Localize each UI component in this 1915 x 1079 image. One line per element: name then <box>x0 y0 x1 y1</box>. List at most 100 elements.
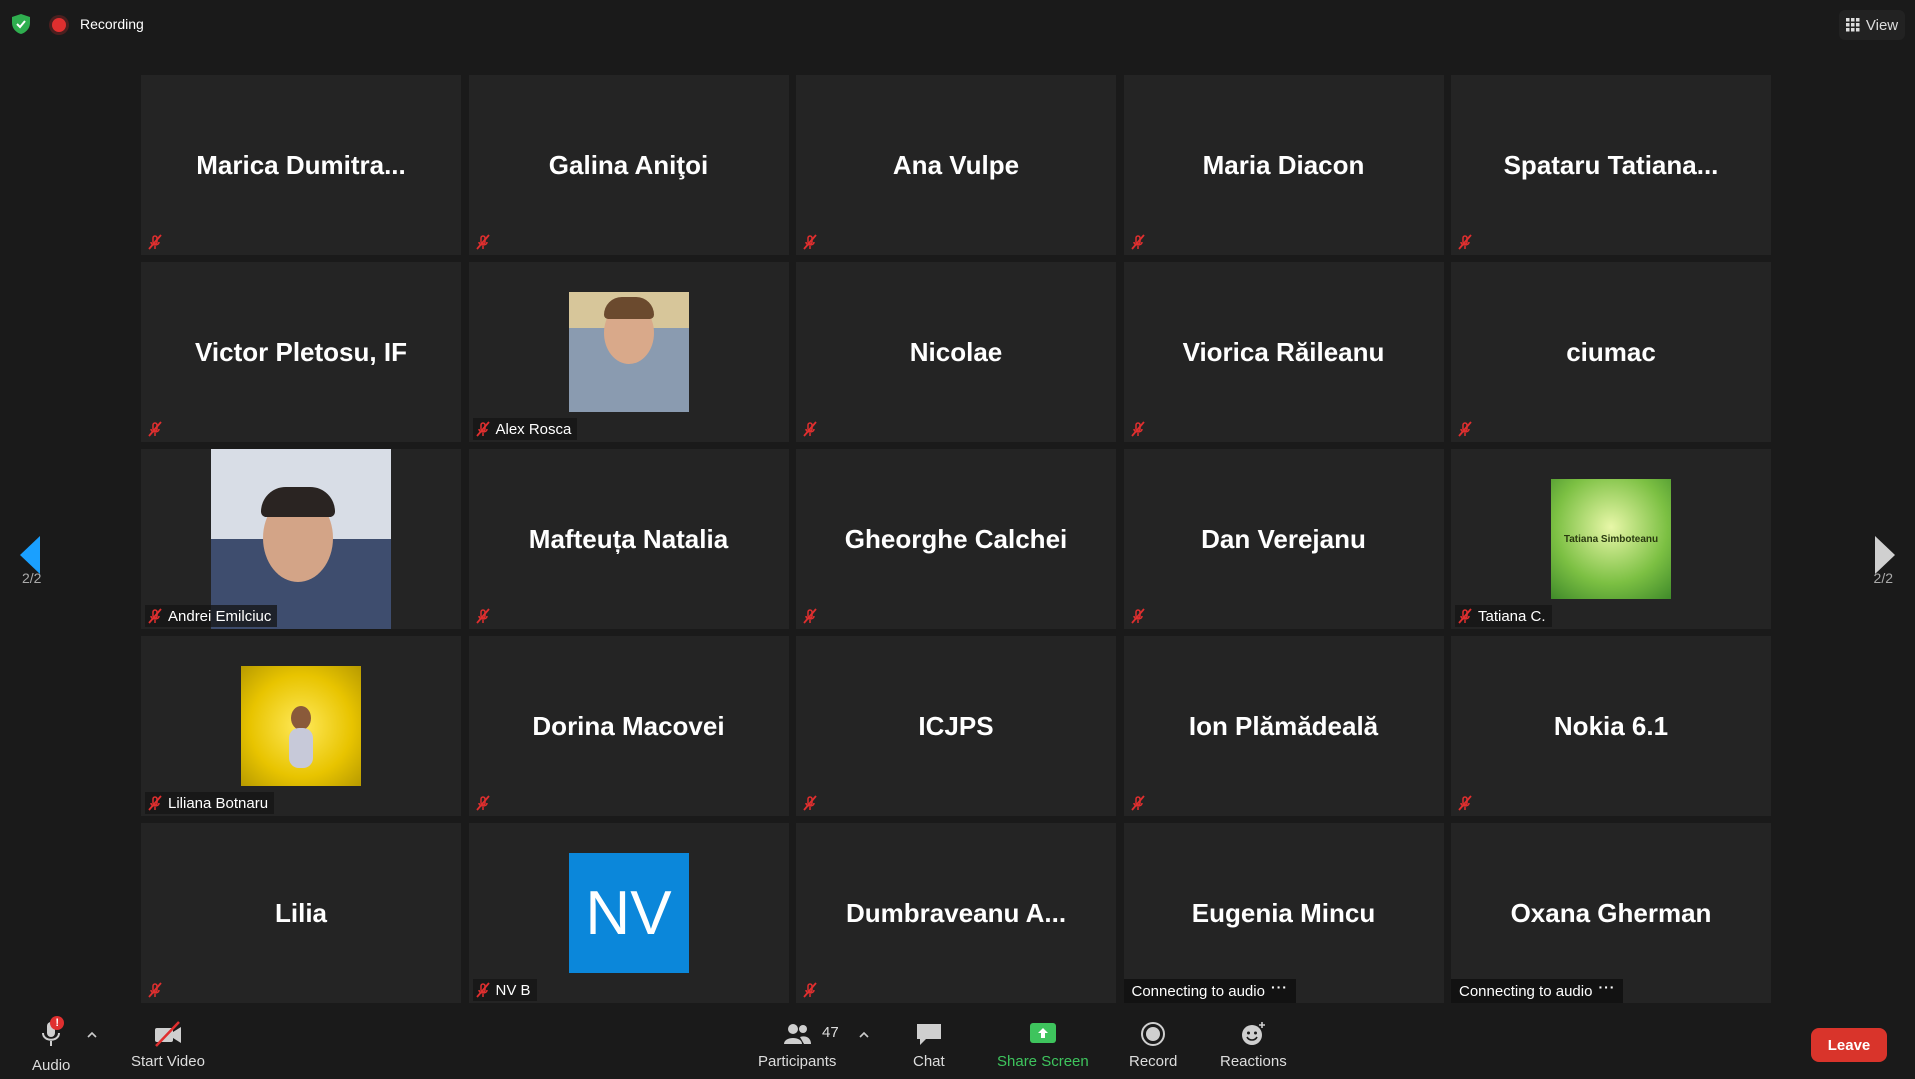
video-feed <box>211 449 391 629</box>
tile-footer <box>1128 418 1152 440</box>
participant-tile[interactable]: Marica Dumitra... <box>141 75 461 255</box>
grid-view-icon <box>1845 18 1860 32</box>
muted-mic-icon <box>148 421 162 437</box>
participant-tile[interactable]: NV NV B <box>468 823 789 1003</box>
participant-name: Eugenia Mincu <box>1191 897 1376 928</box>
participant-name: ICJPS <box>918 710 994 741</box>
participant-tile[interactable]: Nokia 6.1 <box>1451 636 1771 816</box>
participant-name: Nokia 6.1 <box>1553 710 1669 741</box>
tile-footer: Tatiana C. <box>1455 605 1552 627</box>
meeting-toolbar: ! Audio Start Video Participants 47 Chat… <box>0 1008 1915 1079</box>
recording-dot-icon <box>52 18 66 32</box>
muted-mic-icon <box>148 608 162 624</box>
chat-label: Chat <box>913 1053 945 1070</box>
record-icon <box>1141 1022 1166 1046</box>
muted-mic-icon <box>803 795 817 811</box>
participant-tile[interactable]: Spataru Tatiana... <box>1451 75 1771 255</box>
participant-tile[interactable]: Maria Diacon <box>1123 75 1444 255</box>
participant-tile[interactable]: Mafteuța Natalia <box>468 449 789 629</box>
gallery-grid: Marica Dumitra... Galina Aniţoi Ana Vulp… <box>141 75 1771 1003</box>
page-indicator-right: 2/2 <box>1873 570 1893 586</box>
tile-footer <box>1128 605 1152 627</box>
participant-tile[interactable]: Ion Plămădeală <box>1123 636 1444 816</box>
participant-tile[interactable]: Lilia <box>141 823 461 1003</box>
participant-tile[interactable]: Dorina Macovei <box>468 636 789 816</box>
participant-tile[interactable]: Eugenia Mincu Connecting to audio ··· <box>1123 823 1444 1003</box>
tile-footer: Liliana Botnaru <box>145 792 275 814</box>
share-screen-icon <box>1029 1023 1056 1043</box>
participant-name: Victor Pletosu, IF <box>195 336 407 367</box>
profile-picture-avatar: Tatiana Simboteanu <box>1551 479 1671 599</box>
muted-mic-icon <box>148 234 162 250</box>
top-bar: Recording View <box>0 0 1915 50</box>
participant-name: Marica Dumitra... <box>196 149 406 180</box>
participant-tile[interactable]: Andrei Emilciuc <box>141 449 461 629</box>
record-button[interactable]: Record <box>1129 1020 1177 1070</box>
view-button-label: View <box>1865 16 1899 34</box>
participant-tile[interactable]: Dumbraveanu A... <box>796 823 1116 1003</box>
start-video-button[interactable]: Start Video <box>131 1020 205 1070</box>
muted-mic-icon <box>1130 421 1145 437</box>
participant-tile[interactable]: Ana Vulpe <box>796 75 1116 255</box>
tile-footer: Alex Rosca <box>472 418 578 440</box>
connecting-audio-label: Connecting to audio <box>1459 982 1593 1000</box>
tile-footer <box>1128 792 1152 814</box>
participant-tile[interactable]: Nicolae <box>796 262 1116 442</box>
tile-footer <box>1128 231 1152 253</box>
muted-mic-icon <box>803 608 817 624</box>
chat-button[interactable]: Chat <box>913 1020 945 1070</box>
shield-icon[interactable] <box>12 14 30 34</box>
audio-button[interactable]: ! Audio <box>32 1016 71 1074</box>
tile-footer <box>800 979 824 1001</box>
page-indicator-left: 2/2 <box>22 570 42 586</box>
participants-options-caret-icon[interactable] <box>858 1030 870 1040</box>
profile-picture-avatar <box>241 666 361 786</box>
muted-mic-icon <box>1458 608 1472 624</box>
reactions-button[interactable]: Reactions <box>1220 1020 1287 1070</box>
reactions-smiley-icon <box>1242 1022 1266 1045</box>
muted-mic-icon <box>803 982 817 998</box>
participant-tile[interactable]: Tatiana Simboteanu Tatiana C. <box>1451 449 1771 629</box>
participant-tile[interactable]: Galina Aniţoi <box>468 75 789 255</box>
tile-footer <box>800 605 824 627</box>
participant-tile[interactable]: Alex Rosca <box>468 262 789 442</box>
share-screen-label: Share Screen <box>997 1053 1089 1070</box>
share-screen-button[interactable]: Share Screen <box>997 1020 1089 1070</box>
tile-footer <box>800 792 824 814</box>
participant-footer-name: Alex Rosca <box>495 420 572 438</box>
participant-name: Dumbraveanu A... <box>845 897 1067 928</box>
participant-name: Spataru Tatiana... <box>1503 149 1719 180</box>
muted-mic-icon <box>475 421 490 437</box>
muted-mic-icon <box>1458 795 1472 811</box>
participant-tile[interactable]: Dan Verejanu <box>1123 449 1444 629</box>
muted-mic-icon <box>1458 234 1472 250</box>
muted-mic-icon <box>475 982 490 998</box>
tile-footer <box>1455 418 1479 440</box>
tile-footer <box>473 605 497 627</box>
tile-footer <box>473 231 497 253</box>
tile-footer: Andrei Emilciuc <box>145 605 278 627</box>
participant-name: Mafteuța Natalia <box>528 523 729 554</box>
tile-footer <box>800 231 824 253</box>
participant-tile[interactable]: Liliana Botnaru <box>141 636 461 816</box>
muted-mic-icon <box>1130 795 1145 811</box>
view-button[interactable]: View <box>1839 10 1905 40</box>
participant-name: Ion Plămădeală <box>1188 710 1379 741</box>
muted-mic-icon <box>1130 234 1145 250</box>
muted-mic-icon <box>803 421 817 437</box>
participant-tile[interactable]: Gheorghe Calchei <box>796 449 1116 629</box>
recording-label: Recording <box>80 16 144 32</box>
leave-button[interactable]: Leave <box>1811 1028 1887 1062</box>
audio-options-caret-icon[interactable] <box>86 1030 98 1040</box>
participant-tile[interactable]: Oxana Gherman Connecting to audio ··· <box>1451 823 1771 1003</box>
participant-footer-name: Liliana Botnaru <box>168 794 269 812</box>
participant-tile[interactable]: Victor Pletosu, IF <box>141 262 461 442</box>
chat-icon <box>916 1024 941 1045</box>
participant-tile[interactable]: ciumac <box>1451 262 1771 442</box>
participant-name: Lilia <box>274 897 327 928</box>
participant-tile[interactable]: Viorica Răileanu <box>1123 262 1444 442</box>
participant-tile[interactable]: ICJPS <box>796 636 1116 816</box>
participant-name: Oxana Gherman <box>1510 897 1712 928</box>
audio-label: Audio <box>32 1057 71 1074</box>
record-label: Record <box>1129 1053 1178 1070</box>
